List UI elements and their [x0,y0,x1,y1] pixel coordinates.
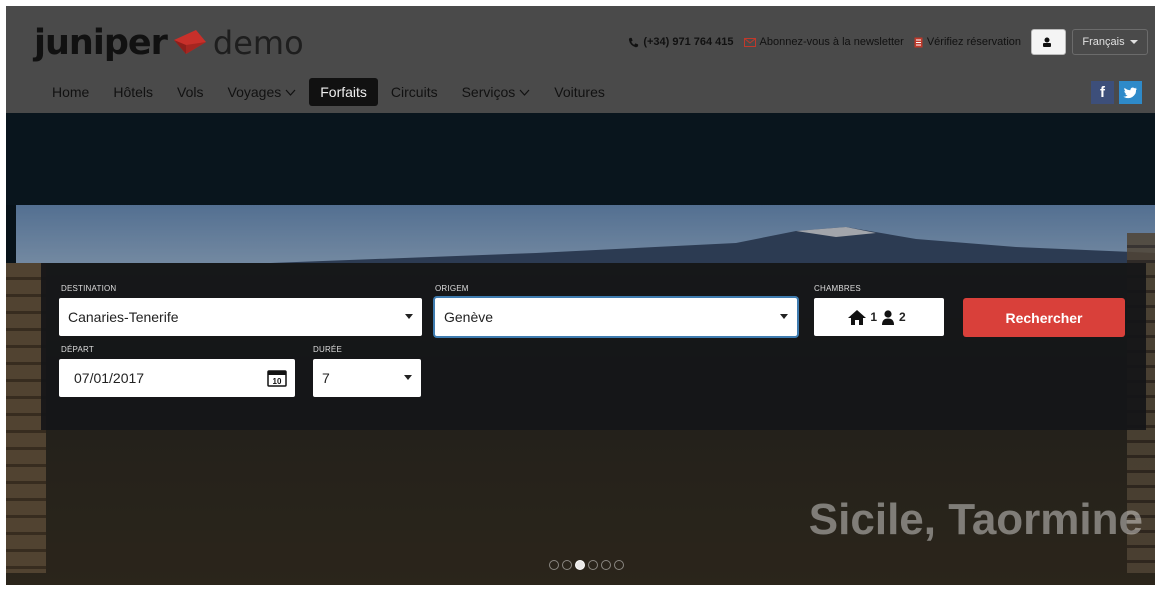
nav-label: Circuits [390,84,438,100]
nav-label: Forfaits [320,84,367,100]
site-header: juniper demo (+34) 971 764 415 Abonnez-v… [6,6,1155,113]
nav-label: Voyages [227,84,282,100]
nav-cars[interactable]: Voitures [543,78,616,106]
main-nav: Home Hôtels Vols Voyages Forfaits Circui… [41,78,618,106]
rooms-label: CHAMBRES [814,284,861,293]
nav-label: Vols [177,84,204,100]
page: juniper demo (+34) 971 764 415 Abonnez-v… [6,6,1155,585]
social-links: f [1086,81,1142,104]
slide-dot[interactable] [588,560,598,570]
departure-label: DÉPART [61,345,94,354]
slide-dot[interactable] [601,560,611,570]
destination-value: Canaries-Tenerife [68,309,179,325]
caret-down-icon [780,314,788,319]
origin-value: Genève [444,309,494,325]
phone-number: (+34) 971 764 415 [643,36,734,48]
newsletter-link[interactable]: Abonnez-vous à la newsletter [743,36,904,48]
calendar-icon[interactable]: 10 [267,369,287,387]
document-icon [914,37,923,47]
user-icon [1042,37,1051,47]
slide-dot[interactable] [549,560,559,570]
person-icon [882,309,894,325]
reservation-link[interactable]: Vérifiez réservation [914,36,1021,48]
nav-trips[interactable]: Voyages [217,78,308,106]
rooms-count: 1 [870,310,877,324]
caret-down-icon [405,314,413,319]
duration-value: 7 [322,370,330,386]
departure-date-input[interactable]: 07/01/2017 10 [59,359,295,397]
nav-hotels[interactable]: Hôtels [102,78,164,106]
slide-dot[interactable] [614,560,624,570]
chevron-down-icon [519,89,530,96]
nav-label: Voitures [554,84,605,100]
logo-diamond-icon [173,30,206,54]
top-bar: (+34) 971 764 415 Abonnez-vous à la news… [628,29,1148,55]
slide-dot-active[interactable] [575,560,585,570]
origin-select[interactable]: Genève [435,298,797,336]
destination-label: DESTINATION [61,284,117,293]
nav-home[interactable]: Home [41,78,100,106]
nav-services[interactable]: Serviços [451,78,542,106]
slide-dot[interactable] [562,560,572,570]
facebook-icon[interactable]: f [1091,81,1114,104]
phone-icon [629,37,639,47]
newsletter-label: Abonnez-vous à la newsletter [759,36,904,48]
nav-flights[interactable]: Vols [166,78,214,106]
facebook-glyph: f [1100,84,1105,101]
language-select[interactable]: Français [1072,29,1148,55]
nav-label: Home [52,84,90,100]
twitter-bird-glyph [1123,87,1137,98]
slide-caption: Sicile, Taormine [808,495,1143,544]
slide-indicators [549,560,627,570]
logo[interactable]: juniper demo [34,23,304,63]
destination-select[interactable]: Canaries-Tenerife [59,298,422,336]
caret-down-icon [1129,40,1138,44]
hero-banner: Sicile, Taormine DESTINATION Canaries-Te… [6,113,1155,585]
reservation-label: Vérifiez réservation [926,36,1021,48]
rooms-selector[interactable]: 1 2 [814,298,944,336]
language-label: Français [1082,36,1125,48]
chevron-down-icon [285,89,296,96]
adults-count: 2 [899,310,906,324]
search-button[interactable]: Rechercher [963,298,1125,337]
calendar-day: 10 [273,377,282,386]
caret-down-icon [404,375,412,380]
search-panel: DESTINATION Canaries-Tenerife ORIGEM Gen… [41,263,1146,430]
user-account-button[interactable] [1031,29,1066,55]
nav-packages[interactable]: Forfaits [309,78,378,106]
nav-label: Hôtels [113,84,154,100]
envelope-icon [743,37,756,47]
phone-contact[interactable]: (+34) 971 764 415 [628,36,734,48]
nav-label: Serviços [461,84,516,100]
departure-value: 07/01/2017 [74,370,145,386]
house-icon [848,309,867,325]
duration-select[interactable]: 7 [313,359,421,397]
nav-circuits[interactable]: Circuits [380,78,449,106]
twitter-icon[interactable] [1119,81,1142,104]
origin-label: ORIGEM [435,284,469,293]
logo-suffix: demo [212,24,304,62]
logo-brand: juniper [34,23,168,63]
duration-label: DURÉE [313,345,343,354]
